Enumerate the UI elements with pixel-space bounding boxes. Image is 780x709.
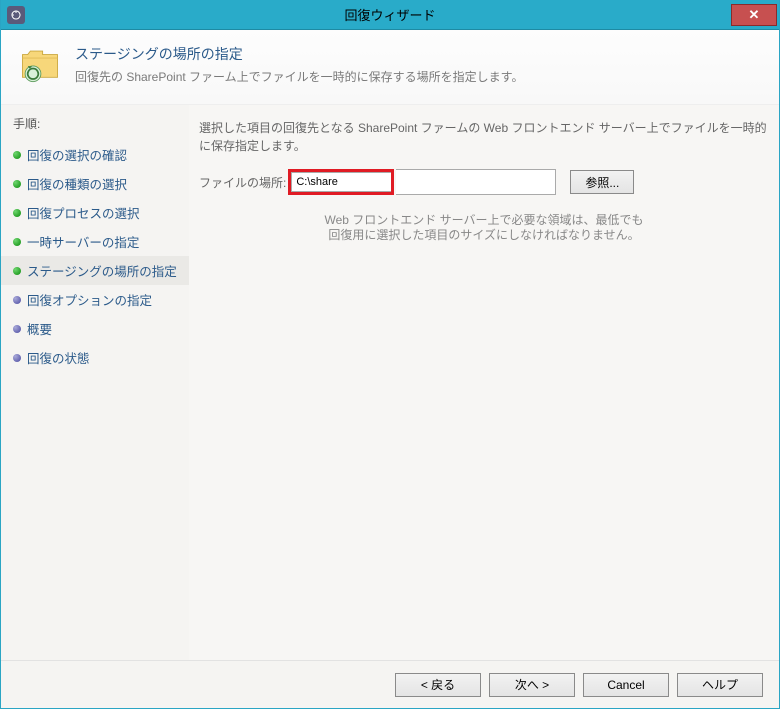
- main-panel: 選択した項目の回復先となる SharePoint ファームの Web フロントエ…: [189, 104, 779, 660]
- file-location-highlight: [288, 169, 394, 195]
- step-bullet-icon: [13, 238, 21, 246]
- close-icon: ✕: [749, 7, 760, 23]
- step-label: 回復の選択の確認: [27, 145, 127, 164]
- file-location-row: ファイルの場所: 参照...: [199, 169, 769, 195]
- step-label: 回復プロセスの選択: [27, 203, 140, 222]
- browse-button[interactable]: 参照...: [570, 170, 634, 194]
- step-label: ステージングの場所の指定: [27, 261, 177, 280]
- steps-sidebar: 手順: 回復の選択の確認 回復の種類の選択 回復プロセスの選択 一時サーバーの指…: [1, 104, 189, 660]
- step-label: 概要: [27, 319, 52, 338]
- header-text: ステージングの場所の指定 回復先の SharePoint ファーム上でファイルを…: [75, 44, 523, 85]
- hint-line-2: 回復用に選択した項目のサイズにしなければなりません。: [209, 226, 759, 245]
- file-location-input-extension[interactable]: [396, 169, 556, 195]
- step-bullet-icon: [13, 209, 21, 217]
- step-bullet-icon: [13, 267, 21, 275]
- step-bullet-icon: [13, 151, 21, 159]
- header-folder-icon: [19, 44, 61, 86]
- step-label: 一時サーバーの指定: [27, 232, 139, 251]
- step-bullet-icon: [13, 180, 21, 188]
- file-location-input[interactable]: [291, 172, 391, 192]
- step-recovery-status[interactable]: 回復の状態: [1, 343, 189, 372]
- step-bullet-icon: [13, 354, 21, 362]
- page-title: ステージングの場所の指定: [75, 44, 523, 64]
- step-recovery-type[interactable]: 回復の種類の選択: [1, 169, 189, 198]
- next-button[interactable]: 次へ >: [489, 673, 575, 697]
- window-title: 回復ウィザード: [1, 5, 779, 24]
- step-label: 回復オプションの指定: [27, 290, 152, 309]
- file-location-label: ファイルの場所:: [199, 174, 286, 191]
- step-recovery-process[interactable]: 回復プロセスの選択: [1, 198, 189, 227]
- main-description: 選択した項目の回復先となる SharePoint ファームの Web フロントエ…: [199, 119, 769, 155]
- step-label: 回復の種類の選択: [27, 174, 127, 193]
- cancel-button[interactable]: Cancel: [583, 673, 669, 697]
- wizard-footer: < 戻る 次へ > Cancel ヘルプ: [1, 660, 779, 708]
- back-button[interactable]: < 戻る: [395, 673, 481, 697]
- step-bullet-icon: [13, 325, 21, 333]
- app-icon: [7, 6, 25, 24]
- wizard-header: ステージングの場所の指定 回復先の SharePoint ファーム上でファイルを…: [1, 30, 779, 104]
- steps-heading: 手順:: [1, 111, 189, 140]
- page-subtitle: 回復先の SharePoint ファーム上でファイルを一時的に保存する場所を指定…: [75, 68, 523, 85]
- step-recovery-selection[interactable]: 回復の選択の確認: [1, 140, 189, 169]
- step-label: 回復の状態: [27, 348, 90, 367]
- step-bullet-icon: [13, 296, 21, 304]
- close-button[interactable]: ✕: [731, 4, 777, 26]
- step-recovery-options[interactable]: 回復オプションの指定: [1, 285, 189, 314]
- step-temp-server[interactable]: 一時サーバーの指定: [1, 227, 189, 256]
- help-button[interactable]: ヘルプ: [677, 673, 763, 697]
- hint-text: Web フロントエンド サーバー上で必要な領域は、最低でも 回復用に選択した項目…: [199, 211, 769, 245]
- wizard-body: 手順: 回復の選択の確認 回復の種類の選択 回復プロセスの選択 一時サーバーの指…: [1, 104, 779, 660]
- step-summary[interactable]: 概要: [1, 314, 189, 343]
- titlebar: 回復ウィザード ✕: [1, 0, 779, 30]
- recovery-wizard-window: 回復ウィザード ✕ ステージングの場所の指定 回復先の SharePoint フ…: [0, 0, 780, 709]
- step-staging-location[interactable]: ステージングの場所の指定: [1, 256, 189, 285]
